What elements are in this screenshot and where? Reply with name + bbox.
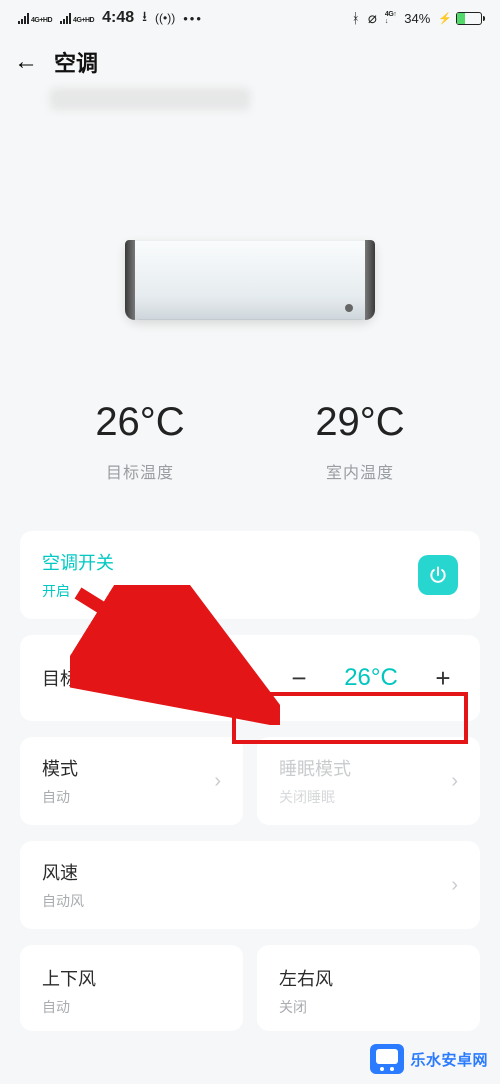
sleep-title: 睡眠模式 bbox=[279, 755, 351, 781]
horizontal-swing-card[interactable]: 左右风 关闭 bbox=[257, 945, 480, 1031]
mode-status: 自动 bbox=[42, 787, 78, 807]
status-time: 4:48 bbox=[102, 9, 134, 27]
room-temp-value: 29°C bbox=[315, 400, 404, 445]
battery-icon bbox=[456, 12, 482, 25]
ac-illustration bbox=[0, 240, 500, 320]
page-title: 空调 bbox=[54, 46, 98, 78]
download-icon: ⭳ bbox=[142, 6, 147, 30]
signal-icon-1: 4G+HD bbox=[18, 12, 52, 24]
chevron-right-icon: › bbox=[451, 770, 458, 793]
data-icon: 4G↑↓ bbox=[385, 11, 396, 25]
mode-card[interactable]: 模式 自动 › bbox=[20, 737, 243, 825]
temp-stepper-value: 26°C bbox=[336, 664, 406, 692]
temp-increase-button[interactable]: + bbox=[428, 663, 458, 694]
chevron-right-icon: › bbox=[451, 874, 458, 897]
room-temp-block: 29°C 室内温度 bbox=[315, 400, 404, 483]
dnd-icon: ⌀ bbox=[368, 9, 377, 27]
room-temp-label: 室内温度 bbox=[315, 459, 404, 483]
target-temp-block: 26°C 目标温度 bbox=[95, 400, 184, 483]
power-toggle-button[interactable] bbox=[418, 555, 458, 595]
temperature-display: 26°C 目标温度 29°C 室内温度 bbox=[0, 400, 500, 483]
mode-title: 模式 bbox=[42, 755, 78, 781]
vswing-title: 上下风 bbox=[42, 965, 96, 991]
fan-speed-card[interactable]: 风速 自动风 › bbox=[20, 841, 480, 929]
vertical-swing-card[interactable]: 上下风 自动 bbox=[20, 945, 243, 1031]
back-button[interactable]: ← bbox=[14, 50, 38, 74]
charging-icon: ⚡ bbox=[438, 12, 452, 25]
target-temp-label: 目标温度 bbox=[95, 459, 184, 483]
chevron-right-icon: › bbox=[214, 770, 221, 793]
status-bar: 4G+HD 4G+HD 4:48 ⭳ ((•)) ••• ᚼ ⌀ 4G↑↓ 34… bbox=[0, 0, 500, 36]
page-header: ← 空调 bbox=[0, 36, 500, 88]
temperature-stepper: − 26°C + bbox=[284, 663, 458, 694]
more-icon: ••• bbox=[183, 11, 203, 26]
annotation-arrow bbox=[70, 585, 280, 725]
sleep-status: 关闭睡眠 bbox=[279, 787, 351, 807]
battery-percent: 34% bbox=[404, 11, 430, 26]
hswing-status: 关闭 bbox=[279, 997, 333, 1017]
fan-title: 风速 bbox=[42, 859, 84, 885]
temp-decrease-button[interactable]: − bbox=[284, 663, 314, 694]
subtitle-redacted bbox=[50, 88, 250, 110]
hotspot-icon: ((•)) bbox=[155, 11, 175, 25]
watermark-text: 乐水安卓网 bbox=[410, 1049, 488, 1070]
power-icon bbox=[428, 565, 448, 585]
status-left: 4G+HD 4G+HD 4:48 ⭳ ((•)) ••• bbox=[18, 6, 203, 30]
signal-icon-2: 4G+HD bbox=[60, 12, 94, 24]
vswing-status: 自动 bbox=[42, 997, 96, 1017]
power-title: 空调开关 bbox=[42, 549, 114, 575]
watermark-icon bbox=[370, 1044, 404, 1074]
sleep-mode-card[interactable]: 睡眠模式 关闭睡眠 › bbox=[257, 737, 480, 825]
target-temp-value: 26°C bbox=[95, 400, 184, 445]
fan-status: 自动风 bbox=[42, 891, 84, 911]
bluetooth-icon: ᚼ bbox=[351, 10, 359, 26]
status-right: ᚼ ⌀ 4G↑↓ 34% ⚡ bbox=[351, 9, 482, 27]
watermark: 乐水安卓网 bbox=[370, 1044, 488, 1074]
hswing-title: 左右风 bbox=[279, 965, 333, 991]
